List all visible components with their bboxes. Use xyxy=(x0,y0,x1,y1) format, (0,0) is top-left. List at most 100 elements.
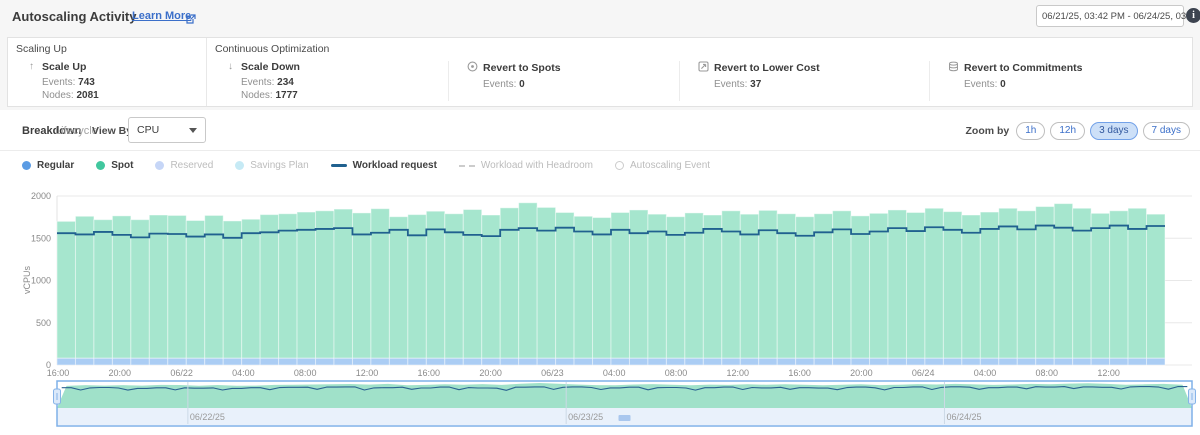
spot-area-bar xyxy=(279,214,297,358)
regular-area-bar xyxy=(666,358,684,365)
stat-label: Events: xyxy=(714,79,747,90)
x-tick-label: 04:00 xyxy=(232,368,255,378)
info-icon[interactable]: i xyxy=(1186,8,1200,23)
regular-area-bar xyxy=(556,358,574,365)
group-title: Scaling Up xyxy=(8,43,206,55)
regular-area-bar xyxy=(445,358,463,365)
spot-area-bar xyxy=(666,217,684,359)
regular-area-bar xyxy=(906,358,924,365)
stat-cell-revert-to-lower-cost: Revert to Lower Cost Events: 37 xyxy=(679,61,929,101)
stat-cell-scale-down: ↓ Scale Down Events: 234 Nodes: 1777 xyxy=(207,61,448,101)
regular-area-bar xyxy=(500,358,518,365)
regular-area-bar xyxy=(648,358,666,365)
headroom-dashed-line-icon xyxy=(459,165,475,167)
spot-area-bar xyxy=(94,220,112,359)
regular-dot-icon xyxy=(22,161,31,170)
zoom-option-7-days[interactable]: 7 days xyxy=(1143,122,1190,140)
x-tick-label: 12:00 xyxy=(356,368,379,378)
spot-area-bar xyxy=(1091,213,1109,358)
regular-area-bar xyxy=(999,358,1017,365)
y-axis-title: vCPUs xyxy=(22,266,32,295)
regular-area-bar xyxy=(223,358,241,365)
stat-label: Events: xyxy=(241,77,274,88)
zoom-option-12h[interactable]: 12h xyxy=(1050,122,1085,140)
spot-area-bar xyxy=(334,209,352,358)
spot-area-bar xyxy=(759,210,777,358)
x-tick-label: 12:00 xyxy=(1097,368,1120,378)
view-by-select[interactable]: CPU xyxy=(128,117,206,143)
spot-area-bar xyxy=(870,213,888,358)
reserved-dot-icon xyxy=(155,161,164,170)
savings-plan-dot-icon xyxy=(235,161,244,170)
spot-area-bar xyxy=(242,219,260,358)
legend-item-spot[interactable]: Spot xyxy=(96,160,133,171)
navigator-date-label: 06/24/25 xyxy=(946,412,981,422)
chart-controls: Breakdown Lifecycle View By CPU Zoom by … xyxy=(0,112,1200,151)
zoom-option-3-days[interactable]: 3 days xyxy=(1090,122,1137,140)
regular-area-bar xyxy=(260,358,278,365)
spot-area-bar xyxy=(906,212,924,358)
spot-area-bar xyxy=(722,211,740,358)
regular-area-bar xyxy=(833,358,851,365)
legend-item-autoscaling-event[interactable]: Autoscaling Event xyxy=(615,160,710,171)
spot-dot-icon xyxy=(96,161,105,170)
regular-area-bar xyxy=(925,358,943,365)
spot-area-bar xyxy=(149,215,167,358)
legend-item-workload-with-headroom[interactable]: Workload with Headroom xyxy=(459,160,593,171)
legend-item-regular[interactable]: Regular xyxy=(22,160,74,171)
regular-area-bar xyxy=(740,358,758,365)
regular-area-bar xyxy=(814,358,832,365)
regular-area-bar xyxy=(593,358,611,365)
legend-item-workload-request[interactable]: Workload request xyxy=(331,160,437,171)
regular-area-bar xyxy=(334,358,352,365)
spot-area-bar xyxy=(426,211,444,358)
legend-item-reserved[interactable]: Reserved xyxy=(155,160,213,171)
spot-area-bar xyxy=(205,215,223,358)
zoom-option-1h[interactable]: 1h xyxy=(1016,122,1045,140)
chart-card: Breakdown Lifecycle View By CPU Zoom by … xyxy=(0,110,1200,435)
spot-area-bar xyxy=(297,212,315,358)
legend-item-savings-plan[interactable]: Savings Plan xyxy=(235,160,308,171)
navigator-date-label: 06/22/25 xyxy=(190,412,225,422)
stat-title: Revert to Lower Cost xyxy=(714,62,820,74)
x-tick-label: 06/22 xyxy=(170,368,193,378)
spot-area-bar xyxy=(260,215,278,359)
regular-area-bar xyxy=(1091,358,1109,365)
vcpu-area-chart[interactable]: 0500100015002000vCPUs16:0020:0006/2204:0… xyxy=(0,180,1200,380)
spot-area-bar xyxy=(685,213,703,358)
x-tick-label: 16:00 xyxy=(418,368,441,378)
spot-area-bar xyxy=(943,212,961,359)
stat-label: Nodes: xyxy=(42,90,74,101)
spot-area-bar xyxy=(925,208,943,358)
date-range-input[interactable]: 06/21/25, 03:42 PM - 06/24/25, 03:42 PM xyxy=(1036,5,1184,27)
y-tick-label: 1000 xyxy=(31,276,51,286)
spot-area-bar xyxy=(999,208,1017,358)
x-tick-label: 08:00 xyxy=(294,368,317,378)
spot-area-bar xyxy=(593,218,611,359)
lower-cost-icon xyxy=(698,61,709,75)
scrollbar-grip[interactable] xyxy=(619,415,631,421)
spot-area-bar xyxy=(611,212,629,358)
scale-down-arrow-icon: ↓ xyxy=(225,62,236,72)
spot-area-bar xyxy=(962,215,980,358)
learn-more-link[interactable]: Learn More xyxy=(132,10,191,22)
regular-area-bar xyxy=(352,358,370,365)
spot-area-bar xyxy=(519,203,537,358)
stat-label: Events: xyxy=(964,79,997,90)
spot-area-bar xyxy=(814,214,832,358)
regular-area-bar xyxy=(94,358,112,365)
date-range-value: 06/21/25, 03:42 PM - 06/24/25, 03:42 PM xyxy=(1042,11,1200,22)
spot-area-bar xyxy=(1036,207,1054,359)
regular-area-bar xyxy=(1128,358,1146,365)
spot-area-bar xyxy=(703,215,721,358)
chart-navigator-brush[interactable]: 06/22/2506/23/2506/24/25 xyxy=(0,379,1200,435)
spot-area-bar xyxy=(777,214,795,358)
page-title: Autoscaling Activity xyxy=(12,9,136,24)
x-tick-label: 20:00 xyxy=(109,368,132,378)
zoom-by-label: Zoom by xyxy=(966,125,1010,137)
regular-area-bar xyxy=(389,358,407,365)
chevron-down-icon xyxy=(189,128,197,133)
regular-area-bar xyxy=(371,358,389,365)
legend-label: Spot xyxy=(111,160,133,171)
spot-area-bar xyxy=(75,216,93,358)
